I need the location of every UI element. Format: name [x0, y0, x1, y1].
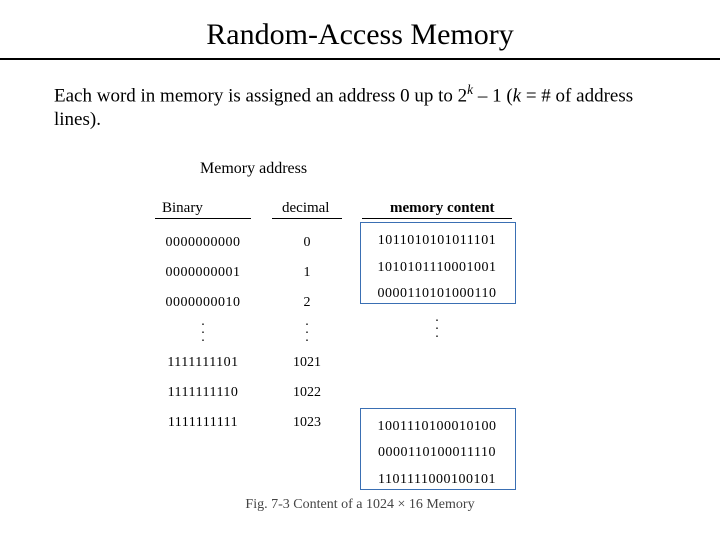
column-content: 1011010101011101 1010101110001001 000011… — [362, 228, 512, 493]
table-row: 1101111000100101 — [362, 467, 512, 494]
body-k: k — [513, 85, 521, 106]
table-row: 1023 — [272, 408, 342, 438]
header-memory-content: memory content — [390, 200, 495, 217]
table-row: 1021 — [272, 348, 342, 378]
header-decimal: decimal — [282, 200, 329, 217]
table-row: 0000110101000110 — [362, 281, 512, 308]
body-pre: Each word in memory is assigned an addre… — [54, 85, 467, 106]
body-mid: – 1 ( — [473, 85, 513, 106]
rule-decimal — [272, 218, 342, 219]
table-row: 1001110100010100 — [362, 414, 512, 441]
table-row: 0000110100011110 — [362, 440, 512, 467]
rule-content — [362, 218, 512, 219]
title-rule — [0, 58, 720, 60]
header-binary: Binary — [162, 200, 203, 217]
table-row: 1011010101011101 — [362, 228, 512, 255]
table-row: 1 — [272, 258, 342, 288]
figure-caption: Fig. 7-3 Content of a 1024 × 16 Memory — [0, 497, 720, 513]
rule-binary — [155, 218, 251, 219]
table-row: 1022 — [272, 378, 342, 408]
table-row: 1111111111 — [155, 408, 251, 438]
column-decimal: 0 1 2 ... 1021 1022 1023 — [272, 228, 342, 438]
table-row: 0 — [272, 228, 342, 258]
page-title: Random-Access Memory — [0, 18, 720, 52]
table-row: 0000000001 — [155, 258, 251, 288]
column-binary: 0000000000 0000000001 0000000010 ... 111… — [155, 228, 251, 438]
table-row: 1111111110 — [155, 378, 251, 408]
body-text: Each word in memory is assigned an addre… — [54, 82, 684, 132]
vdots-icon: ... — [155, 318, 251, 348]
header-memory-address: Memory address — [200, 160, 307, 178]
table-row: 1111111101 — [155, 348, 251, 378]
table-row: 1010101110001001 — [362, 255, 512, 282]
vdots-icon: ... — [362, 308, 512, 350]
vdots-icon: ... — [272, 318, 342, 348]
table-row: 0000000000 — [155, 228, 251, 258]
